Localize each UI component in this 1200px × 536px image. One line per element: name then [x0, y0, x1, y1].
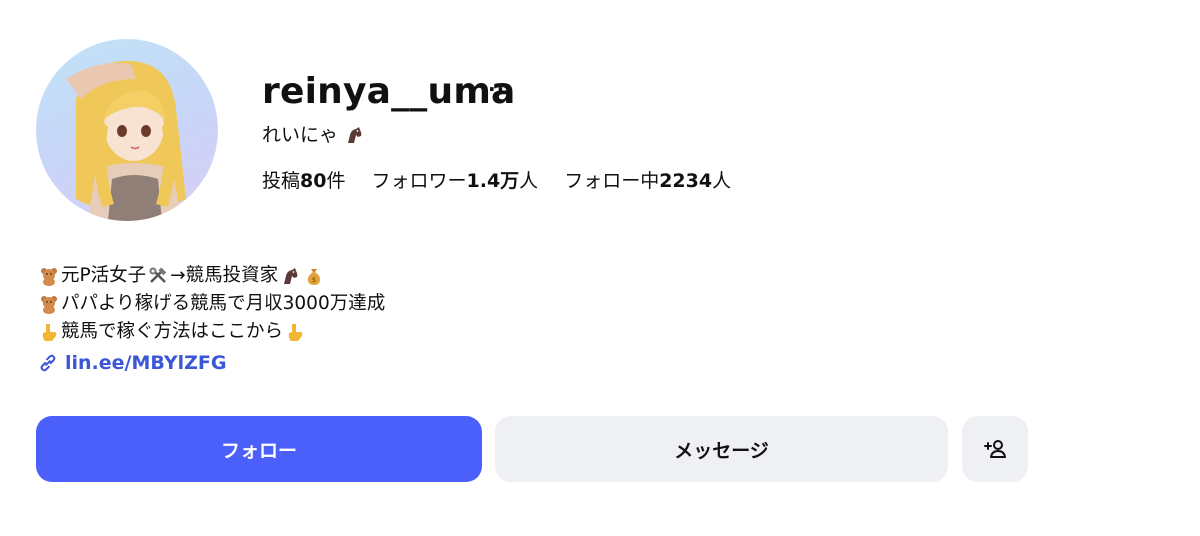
- horse-icon: [348, 127, 362, 143]
- add-person-icon: [984, 440, 1006, 458]
- teddy-bear-icon: [41, 268, 57, 286]
- display-name-text: れいにゃ: [262, 124, 339, 146]
- stat-followers-value: 1.4万: [466, 170, 520, 192]
- add-friend-button[interactable]: [962, 416, 1028, 482]
- profile-link[interactable]: lin.ee/MBYlZFG: [37, 352, 226, 374]
- bio-line-1-text-a: 元P活女子: [61, 265, 147, 286]
- follow-button[interactable]: フォロー: [36, 416, 482, 482]
- link-icon: [40, 354, 56, 372]
- message-button[interactable]: メッセージ: [495, 416, 948, 482]
- pointing-down-icon: [288, 324, 303, 341]
- horse-icon: [284, 268, 298, 284]
- profile-stats: 投稿80件 フォロワー1.4万人 フォロー中2234人: [262, 167, 731, 195]
- stat-following[interactable]: フォロー中2234人: [564, 167, 731, 195]
- pointing-down-icon: [42, 324, 57, 341]
- bio-line-3: 競馬で稼ぐ方法はここから: [37, 318, 385, 346]
- bio-line-1: 元P活女子 →競馬投資家 $: [37, 262, 385, 290]
- stat-followers[interactable]: フォロワー1.4万人: [371, 167, 538, 195]
- stat-posts-value: 80: [300, 170, 327, 192]
- stat-posts-unit: 件: [326, 170, 346, 192]
- profile-username: reinya__uma: [262, 71, 516, 112]
- profile-bio: 元P活女子 →競馬投資家 $ パパより稼げる競馬で月収3000万達成 競馬で稼ぐ…: [37, 262, 385, 346]
- more-options-icon[interactable]: ···: [488, 74, 514, 104]
- bio-line-2: パパより稼げる競馬で月収3000万達成: [37, 290, 385, 318]
- stat-posts[interactable]: 投稿80件: [262, 167, 345, 195]
- hammer-wrench-icon: [149, 267, 167, 283]
- stat-following-unit: 人: [712, 170, 732, 192]
- avatar-illustration: [66, 60, 186, 221]
- stat-followers-unit: 人: [519, 170, 539, 192]
- stat-following-value: 2234: [659, 170, 713, 192]
- profile-link-text: lin.ee/MBYlZFG: [65, 352, 227, 374]
- bio-line-1-text-b: →競馬投資家: [170, 265, 279, 286]
- svg-text:$: $: [312, 276, 316, 284]
- stat-followers-label: フォロワー: [371, 170, 467, 192]
- money-bag-icon: $: [308, 269, 321, 285]
- stat-posts-label: 投稿: [262, 170, 301, 192]
- stat-following-label: フォロー中: [564, 170, 660, 192]
- bio-line-3-text: 競馬で稼ぐ方法はここから: [61, 321, 284, 342]
- profile-display-name: れいにゃ: [262, 122, 366, 148]
- bio-line-2-text: パパより稼げる競馬で月収3000万達成: [61, 293, 386, 314]
- profile-avatar[interactable]: [36, 39, 218, 221]
- teddy-bear-icon: [41, 296, 57, 314]
